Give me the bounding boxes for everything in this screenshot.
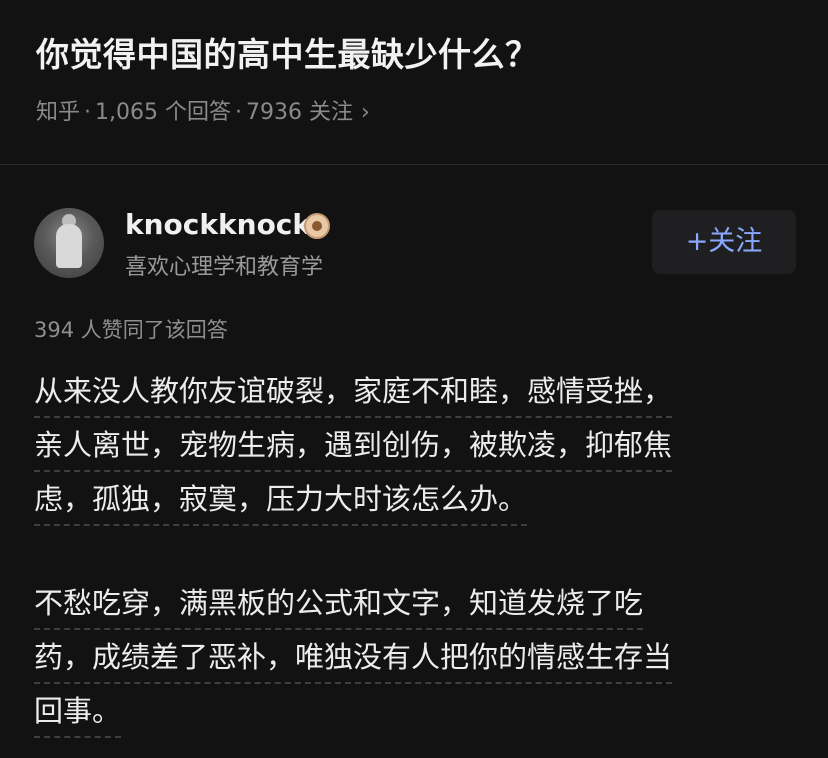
follow-button[interactable]: +关注	[652, 210, 796, 274]
answer-paragraph: 从来没人教你友谊破裂，家庭不和睦，感情受挫， 亲人离世，宠物生病，遇到创伤，被欺…	[34, 364, 804, 526]
source-label: 知乎	[36, 100, 81, 125]
header-divider	[0, 164, 828, 165]
answer-line: 从来没人教你友谊破裂，家庭不和睦，感情受挫，	[34, 364, 673, 418]
answer-line: 回事。	[34, 684, 122, 738]
answers-count: 1,065 个回答	[95, 100, 231, 125]
answer-line: 虑，孤独，寂寞，压力大时该怎么办。	[34, 472, 528, 526]
question-title[interactable]: 你觉得中国的高中生最缺少什么？	[36, 28, 539, 76]
answer-line: 药，成绩差了恶补，唯独没有人把你的情感生存当	[34, 630, 673, 684]
avatar[interactable]	[34, 208, 104, 278]
followers-count: 7936 关注	[246, 100, 353, 125]
verified-badge-icon	[304, 213, 330, 239]
author-name[interactable]: knockknock	[125, 208, 311, 241]
separator-dot: ·	[84, 100, 92, 125]
separator-dot: ·	[235, 100, 242, 125]
upvotes-count: 394 人赞同了该回答	[34, 318, 228, 342]
answer-line: 亲人离世，宠物生病，遇到创伤，被欺凌，抑郁焦	[34, 418, 673, 472]
answer-paragraph: 不愁吃穿，满黑板的公式和文字，知道发烧了吃 药，成绩差了恶补，唯独没有人把你的情…	[34, 576, 804, 738]
answer-line: 不愁吃穿，满黑板的公式和文字，知道发烧了吃	[34, 576, 644, 630]
chevron-right-icon: ›	[360, 100, 370, 125]
question-meta[interactable]: 知乎 · 1,065 个回答 · 7936 关注 ›	[36, 94, 370, 126]
author-bio: 喜欢心理学和教育学	[125, 255, 324, 280]
question-header: 你觉得中国的高中生最缺少什么？ 知乎 · 1,065 个回答 · 7936 关注 ›	[0, 0, 828, 163]
